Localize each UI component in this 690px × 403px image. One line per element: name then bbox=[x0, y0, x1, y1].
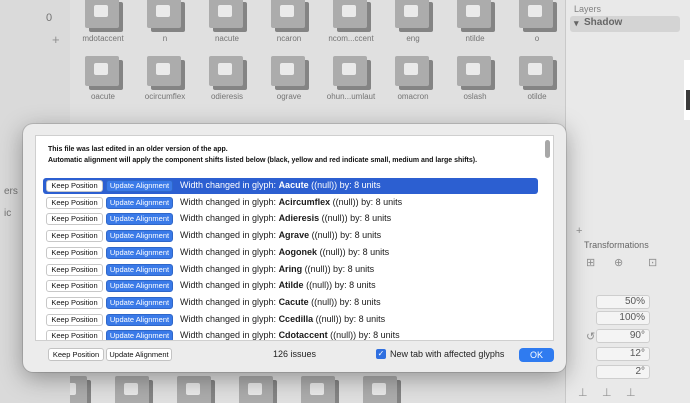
update-all-button[interactable]: Update Alignment bbox=[106, 348, 172, 361]
keep-position-button[interactable]: Keep Position bbox=[46, 180, 103, 192]
keep-position-button[interactable]: Keep Position bbox=[46, 246, 103, 259]
issue-suffix: ((null)) by: 8 units bbox=[303, 280, 376, 291]
keep-position-button[interactable]: Keep Position bbox=[46, 296, 103, 309]
issue-text: Width changed in glyph: Atilde ((null)) … bbox=[180, 280, 376, 290]
issue-suffix: ((null)) by: 8 units bbox=[330, 196, 403, 207]
component-shift-dialog: This file was last edited in an older ve… bbox=[23, 124, 566, 372]
keep-position-button[interactable]: Keep Position bbox=[46, 213, 103, 226]
issue-text: Width changed in glyph: Ccedilla ((null)… bbox=[180, 314, 385, 324]
issue-glyph-name: Aacute bbox=[278, 180, 309, 190]
keep-position-button[interactable]: Keep Position bbox=[46, 330, 103, 340]
issue-row[interactable]: Keep Position Update Alignment Width chang… bbox=[43, 328, 538, 340]
update-alignment-button[interactable]: Update Alignment bbox=[106, 313, 173, 326]
issue-text: Width changed in glyph: Acircumflex ((nu… bbox=[180, 197, 402, 207]
issue-glyph-name: Aring bbox=[278, 263, 303, 274]
issue-suffix: ((null)) by: 8 units bbox=[319, 213, 392, 224]
issue-row[interactable]: Keep Position Update Alignment Width chang… bbox=[43, 195, 538, 211]
update-alignment-button[interactable]: Update Alignment bbox=[106, 296, 173, 309]
issue-prefix: Width changed in glyph: bbox=[180, 196, 279, 207]
issue-text: Width changed in glyph: Adieresis ((null… bbox=[180, 213, 391, 223]
issue-glyph-name: Acircumflex bbox=[278, 196, 331, 207]
scrollbar[interactable] bbox=[545, 138, 550, 338]
issue-row[interactable]: Keep Position Update Alignment Width chang… bbox=[43, 278, 538, 294]
update-alignment-button[interactable]: Update Alignment bbox=[106, 180, 173, 192]
scroll-thumb[interactable] bbox=[545, 140, 550, 158]
update-alignment-button[interactable]: Update Alignment bbox=[106, 246, 173, 259]
update-alignment-button[interactable]: Update Alignment bbox=[106, 230, 173, 243]
issue-suffix: ((null)) by: 8 units bbox=[308, 296, 381, 307]
issue-text: Width changed in glyph: Cacute ((null)) … bbox=[180, 297, 381, 307]
issue-prefix: Width changed in glyph: bbox=[180, 263, 279, 274]
issue-prefix: Width changed in glyph: bbox=[180, 213, 279, 224]
issue-row[interactable]: Keep Position Update Alignment Width chang… bbox=[43, 245, 538, 261]
issue-text: Width changed in glyph: Aring ((null)) b… bbox=[180, 264, 374, 274]
issue-suffix: ((null)) by: 8 units bbox=[313, 313, 386, 324]
issue-text: Width changed in glyph: Aacute ((null)) … bbox=[180, 180, 381, 190]
dialog-message-detail: Automatic alignment will apply the compo… bbox=[48, 157, 478, 164]
issue-prefix: Width changed in glyph: bbox=[180, 180, 279, 190]
keep-all-button[interactable]: Keep Position bbox=[48, 348, 104, 361]
issue-glyph-name: Agrave bbox=[278, 230, 310, 241]
issue-glyph-name: Adieresis bbox=[278, 213, 320, 224]
issue-prefix: Width changed in glyph: bbox=[180, 246, 279, 257]
keep-position-button[interactable]: Keep Position bbox=[46, 230, 103, 243]
update-alignment-button[interactable]: Update Alignment bbox=[106, 196, 173, 209]
issue-suffix: ((null)) by: 8 units bbox=[302, 263, 375, 274]
keep-position-button[interactable]: Keep Position bbox=[46, 263, 103, 276]
issue-glyph-name: Ccedilla bbox=[278, 313, 314, 324]
issue-suffix: ((null)) by: 8 units bbox=[317, 246, 390, 257]
issue-text: Width changed in glyph: Cdotaccent ((nul… bbox=[180, 330, 400, 340]
issue-prefix: Width changed in glyph: bbox=[180, 330, 279, 341]
issue-prefix: Width changed in glyph: bbox=[180, 230, 279, 241]
issue-glyph-name: Cdotaccent bbox=[278, 330, 328, 341]
issues-list[interactable]: This file was last edited in an older ve… bbox=[35, 135, 554, 341]
update-alignment-button[interactable]: Update Alignment bbox=[106, 280, 173, 293]
issue-glyph-name: Cacute bbox=[278, 296, 309, 307]
issue-text: Width changed in glyph: Aogonek ((null))… bbox=[180, 247, 389, 257]
issue-row[interactable]: Keep Position Update Alignment Width chang… bbox=[43, 295, 538, 311]
ok-button[interactable]: OK bbox=[519, 348, 554, 362]
update-alignment-button[interactable]: Update Alignment bbox=[106, 263, 173, 276]
issue-prefix: Width changed in glyph: bbox=[180, 280, 279, 291]
issue-glyph-name: Atilde bbox=[278, 280, 304, 291]
update-alignment-button[interactable]: Update Alignment bbox=[106, 213, 173, 226]
keep-position-button[interactable]: Keep Position bbox=[46, 280, 103, 293]
issue-text: Width changed in glyph: Agrave ((null)) … bbox=[180, 230, 381, 240]
issue-row[interactable]: Keep Position Update Alignment Width chang… bbox=[43, 211, 538, 227]
issue-row[interactable]: Keep Position Update Alignment Width chang… bbox=[43, 178, 538, 194]
issue-suffix: ((null)) by: 8 units bbox=[309, 230, 382, 241]
issue-row[interactable]: Keep Position Update Alignment Width chang… bbox=[43, 312, 538, 328]
issue-row[interactable]: Keep Position Update Alignment Width chang… bbox=[43, 262, 538, 278]
issue-suffix: ((null)) by: 8 units bbox=[327, 330, 400, 341]
issue-row[interactable]: Keep Position Update Alignment Width chang… bbox=[43, 228, 538, 244]
issue-prefix: Width changed in glyph: bbox=[180, 296, 279, 307]
keep-position-button[interactable]: Keep Position bbox=[46, 196, 103, 209]
issue-suffix: ((null)) by: 8 units bbox=[308, 180, 381, 190]
issue-glyph-name: Aogonek bbox=[278, 246, 318, 257]
issues-count: 126 issues bbox=[273, 349, 317, 359]
new-tab-label[interactable]: New tab with affected glyphs bbox=[390, 349, 504, 359]
dialog-message: This file was last edited in an older ve… bbox=[48, 146, 228, 153]
new-tab-checkbox[interactable]: ✓ bbox=[376, 349, 386, 359]
keep-position-button[interactable]: Keep Position bbox=[46, 313, 103, 326]
update-alignment-button[interactable]: Update Alignment bbox=[106, 330, 173, 340]
issue-prefix: Width changed in glyph: bbox=[180, 313, 279, 324]
